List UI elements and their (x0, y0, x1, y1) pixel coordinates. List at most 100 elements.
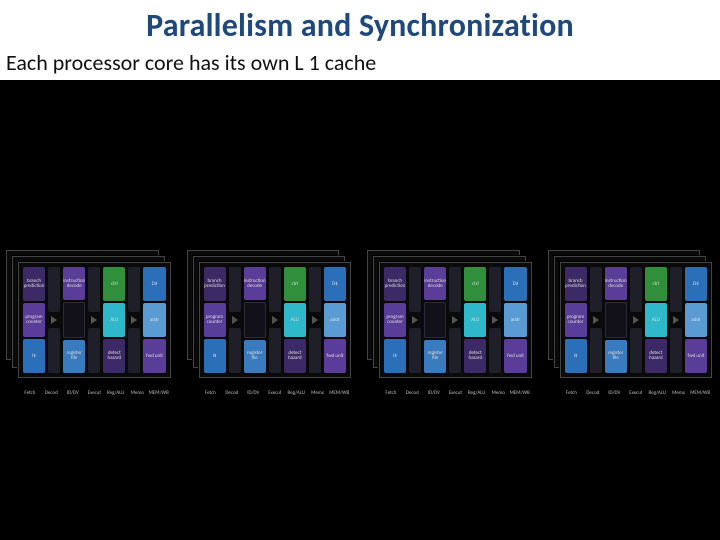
core: branch predictionprogram counterI$ instr… (548, 250, 715, 380)
dcache-block: D$ (324, 267, 346, 301)
stage-label: Memory (672, 390, 685, 396)
fwd-block: fwd unit (685, 339, 707, 373)
stage-label: Execute (268, 390, 281, 396)
title-area: Parallelism and Synchronization Each pro… (0, 0, 720, 80)
stage-label: Memory (131, 390, 144, 396)
alu-block: ALU (645, 303, 667, 337)
stage-execute: ctrl ALU detect hazard (103, 267, 125, 373)
arrow-icon (309, 314, 321, 326)
hazard-block: detect hazard (464, 339, 486, 373)
pipeline-diagram: branch predictionprogram counterI$ instr… (379, 262, 532, 378)
decode-block: instruction decode (424, 267, 446, 300)
branch-predictor-block: branch prediction (204, 267, 226, 301)
icache-block: I$ (204, 339, 226, 373)
stage-label: Decode (45, 390, 58, 396)
regfile-block: register file (605, 340, 627, 373)
addr-block: addr (324, 303, 346, 337)
stage-labels: Fetch Decode ID/DV Execute Reg/ALU Memor… (18, 390, 171, 396)
stage-label: Fetch (199, 390, 223, 396)
stage-label: ID/DV (61, 390, 85, 396)
ctrl-block: ctrl (103, 267, 125, 301)
decode-block: instruction decode (605, 267, 627, 300)
addr-block: addr (685, 303, 707, 337)
stage-label: MEM/WB (147, 390, 171, 396)
core: branch prediction program counter I$ ins… (6, 250, 173, 380)
arrow-icon (489, 314, 501, 326)
stage-label: MEM/WB (688, 390, 712, 396)
stage-fetch: branch prediction program counter I$ (23, 267, 45, 373)
stage-label: Fetch (560, 390, 584, 396)
stage-label: Reg/ALU (104, 390, 128, 396)
stage-label: Reg/ALU (645, 390, 669, 396)
latch-id-ex (88, 267, 100, 373)
arrow-icon (229, 314, 241, 326)
hazard-block: detect hazard (103, 339, 125, 373)
fwd-block: fwd unit (143, 339, 165, 373)
arrow-icon (670, 314, 682, 326)
stage-label: Memory (492, 390, 505, 396)
subtitle: Each processor core has its own L 1 cach… (0, 47, 376, 78)
stage-memory: D$ addr fwd unit (143, 267, 165, 373)
dcache-block: D$ (685, 267, 707, 301)
addr-block: addr (143, 303, 165, 337)
core: branch predictionprogram counterI$ instr… (367, 250, 534, 380)
icache-block: I$ (565, 339, 587, 373)
stage-label: Execute (449, 390, 462, 396)
arrow-icon (409, 314, 421, 326)
stage-label: Decode (586, 390, 599, 396)
arrow-icon (590, 314, 602, 326)
ctrl-block: ctrl (284, 267, 306, 301)
latch-ex-mem (128, 267, 140, 373)
stage-label: Decode (225, 390, 238, 396)
stage-labels: FetchDecodeID/DVExecuteReg/ALUMemoryMEM/… (560, 390, 713, 396)
stage-label: Fetch (18, 390, 42, 396)
arrow-icon (630, 314, 642, 326)
latch-if-id (48, 267, 60, 373)
stage-label: Execute (88, 390, 101, 396)
stage-label: MEM/WB (508, 390, 532, 396)
stage-labels: FetchDecodeID/DVExecuteReg/ALUMemoryMEM/… (199, 390, 352, 396)
hazard-block: detect hazard (645, 339, 667, 373)
arrow-icon (449, 314, 461, 326)
decode-block: instruction decode (244, 267, 266, 300)
core: branch predictionprogram counterI$ instr… (187, 250, 354, 380)
cores-row: branch prediction program counter I$ ins… (6, 250, 714, 380)
icache-block: I$ (23, 339, 45, 373)
fwd-block: fwd unit (504, 339, 526, 373)
alu-block: ALU (103, 303, 125, 337)
page-title: Parallelism and Synchronization (0, 0, 720, 45)
branch-predictor-block: branch prediction (565, 267, 587, 301)
ctrl-block: ctrl (645, 267, 667, 301)
stage-label: Memory (311, 390, 324, 396)
stage-decode: instruction decode register file (63, 267, 85, 373)
program-counter-block: program counter (204, 303, 226, 337)
stage-label: ID/DV (422, 390, 446, 396)
dcache-block: D$ (504, 267, 526, 301)
stage-label: ID/DV (241, 390, 265, 396)
branch-predictor-block: branch prediction (384, 267, 406, 301)
hazard-block: detect hazard (284, 339, 306, 373)
alu-block: ALU (464, 303, 486, 337)
ctrl-block: ctrl (464, 267, 486, 301)
arrow-icon (128, 314, 140, 326)
decode-block: instruction decode (63, 267, 85, 300)
stage-label: Decode (406, 390, 419, 396)
fwd-block: fwd unit (324, 339, 346, 373)
addr-block: addr (504, 303, 526, 337)
stage-label: Reg/ALU (465, 390, 489, 396)
program-counter-block: program counter (23, 303, 45, 337)
stage-label: ID/DV (602, 390, 626, 396)
stage-labels: FetchDecodeID/DVExecuteReg/ALUMemoryMEM/… (379, 390, 532, 396)
regfile-block: register file (244, 340, 266, 373)
pipeline-diagram: branch prediction program counter I$ ins… (18, 262, 171, 378)
pipeline-diagram: branch predictionprogram counterI$ instr… (560, 262, 713, 378)
stage-label: Execute (629, 390, 642, 396)
icache-block: I$ (384, 339, 406, 373)
dcache-block: D$ (143, 267, 165, 301)
arrow-icon (269, 314, 281, 326)
program-counter-block: program counter (565, 303, 587, 337)
branch-predictor-block: branch prediction (23, 267, 45, 301)
stage-label: Fetch (379, 390, 403, 396)
regfile-block: register file (424, 340, 446, 373)
arrow-icon (88, 314, 100, 326)
